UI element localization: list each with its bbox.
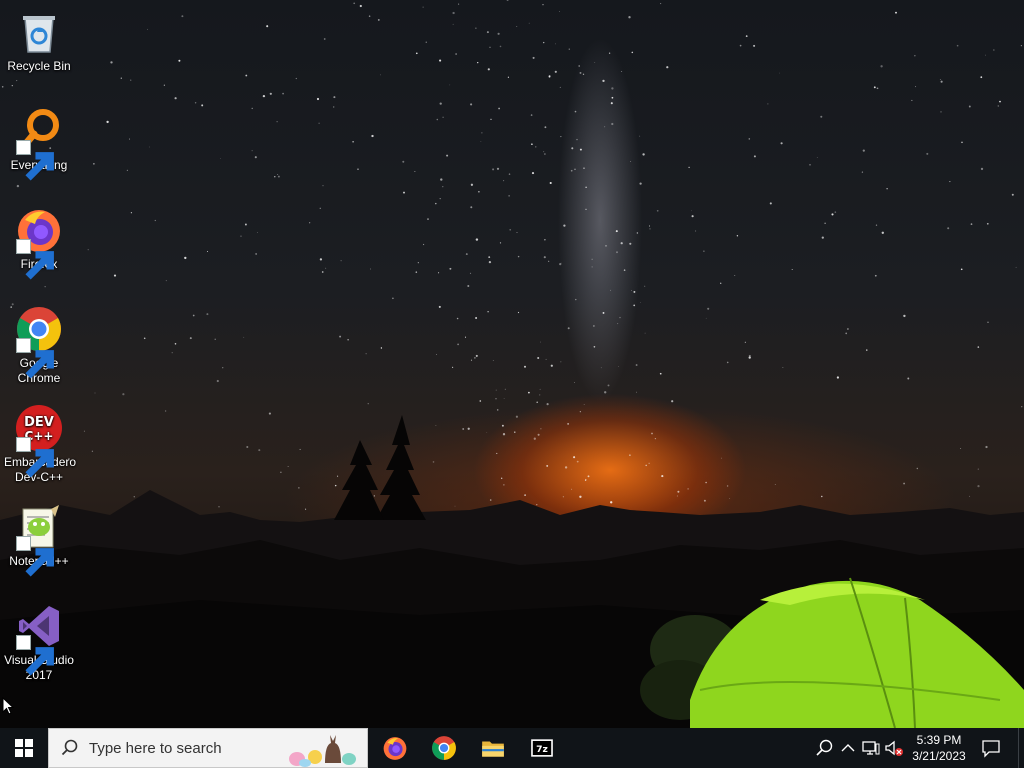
taskbar-clock[interactable]: 5:39 PM 3/21/2023 <box>904 732 974 764</box>
windows-logo-icon <box>15 739 33 757</box>
shortcut-arrow-icon <box>16 635 54 676</box>
desktop-icon-firefox[interactable]: Firefox <box>2 202 76 280</box>
desktop-icon-devcpp[interactable]: DEV C++ Embarcadero Dev-C++ <box>2 400 76 485</box>
start-button[interactable] <box>0 728 48 768</box>
clock-time: 5:39 PM <box>916 733 962 747</box>
desktop-icon-recycle-bin[interactable]: Recycle Bin <box>2 4 76 74</box>
mouse-cursor-icon <box>2 697 14 715</box>
recycle-bin-icon <box>15 8 63 56</box>
search-highlight-easter-eggs-icon[interactable] <box>285 731 361 767</box>
everything-magnifier-icon <box>15 107 63 181</box>
taskbar-app-chrome[interactable] <box>420 728 468 768</box>
folder-icon <box>482 741 504 757</box>
network-icon[interactable] <box>861 738 881 758</box>
desktop-icon-visual-studio[interactable]: Visual Studio 2017 <box>2 598 76 683</box>
search-placeholder: Type here to search <box>89 740 222 757</box>
show-desktop-button[interactable] <box>1018 728 1024 768</box>
landscape-silhouette <box>0 415 1024 728</box>
shortcut-arrow-icon <box>16 239 54 280</box>
taskbar-app-7zip[interactable]: 7z <box>518 728 566 768</box>
desktop-icon-label: Recycle Bin <box>7 59 71 73</box>
shortcut-arrow-icon <box>16 536 54 577</box>
firefox-icon <box>383 737 407 760</box>
svg-text:DEV: DEV <box>24 415 54 430</box>
visual-studio-icon <box>15 602 63 676</box>
tray-search-icon[interactable] <box>814 738 834 758</box>
clock-date: 3/21/2023 <box>912 749 966 763</box>
desktop-icon-google-chrome[interactable]: Google Chrome <box>2 301 76 386</box>
taskbar-search-box[interactable]: Type here to search <box>48 728 368 768</box>
action-center-icon[interactable] <box>980 737 1002 759</box>
taskbar: Type here to search 7z 5:39 PM 3/21/2023 <box>0 728 1024 768</box>
notepadpp-icon <box>15 503 63 577</box>
shortcut-arrow-icon <box>16 140 54 181</box>
volume-muted-icon[interactable] <box>884 738 904 758</box>
svg-text:7z: 7z <box>536 744 548 755</box>
7zip-icon: 7z <box>531 739 553 757</box>
taskbar-app-file-explorer[interactable] <box>469 728 517 768</box>
shortcut-arrow-icon <box>16 437 54 478</box>
desktop-icon-everything[interactable]: Everything <box>2 103 76 181</box>
desktop-wallpaper: Recycle Bin Everything Firefox Google Ch… <box>0 0 1024 728</box>
taskbar-app-firefox[interactable] <box>371 728 419 768</box>
chevron-up-icon[interactable] <box>838 738 858 758</box>
desktop-icon-notepadpp[interactable]: Notepad++ <box>2 499 76 577</box>
devcpp-icon: DEV C++ <box>15 404 63 478</box>
shortcut-arrow-icon <box>16 338 54 379</box>
chrome-icon <box>432 736 456 760</box>
chrome-icon <box>15 305 63 379</box>
firefox-icon <box>15 206 63 280</box>
search-icon <box>61 739 78 756</box>
